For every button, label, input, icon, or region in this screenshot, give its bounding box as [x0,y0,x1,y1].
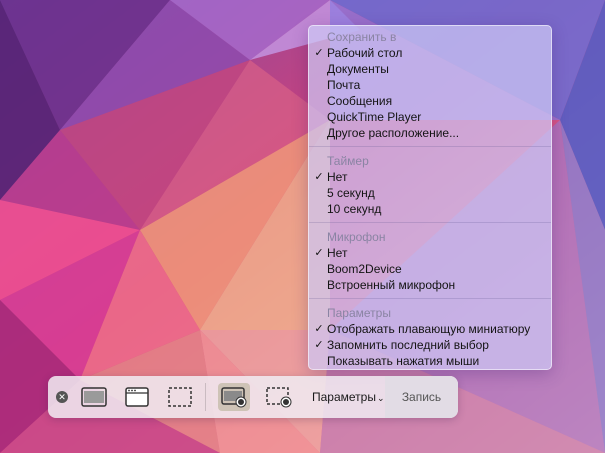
menu-item-label: Отображать плавающую миниатюру [327,322,531,336]
menu-separator [309,146,551,147]
menu-item-label: Другое расположение... [327,126,460,140]
menu-item-label: Рабочий стол [327,46,403,60]
menu-item-show-mouse-clicks[interactable]: Показывать нажатия мыши [309,353,551,369]
options-dropdown-button[interactable]: Параметры⌄ [308,376,389,418]
capture-selected-portion-button[interactable] [164,383,196,411]
menu-item-label: Boom2Device [327,262,402,276]
checkmark-icon: ✓ [314,171,324,183]
menu-item-mic-boom2device[interactable]: Boom2Device [309,261,551,277]
menu-item-other-location[interactable]: Другое расположение... [309,125,551,141]
checkmark-icon: ✓ [314,247,324,259]
capture-selected-window-icon [125,387,149,407]
menu-separator [309,222,551,223]
capture-entire-screen-button[interactable] [78,383,110,411]
menu-item-mic-builtin[interactable]: Встроенный микрофон [309,277,551,293]
menu-item-label: Почта [327,78,361,92]
menu-separator [309,298,551,299]
menu-item-label: Запомнить последний выбор [327,338,489,352]
menu-item-label: Документы [327,62,389,76]
menu-item-label: Показывать нажатия мыши [327,354,480,368]
menu-item-messages[interactable]: Сообщения [309,93,551,109]
toolbar-divider [205,383,206,411]
menu-item-label: Встроенный микрофон [327,278,456,292]
checkmark-icon: ✓ [314,323,324,335]
save-to-header: Сохранить в [327,30,397,44]
menu-item-timer-5-seconds[interactable]: 5 секунд [309,185,551,201]
record-entire-screen-button[interactable] [218,383,250,411]
options-menu: Сохранить в ✓ Рабочий стол Документы Почт… [308,25,552,370]
chevron-down-icon: ⌄ [376,393,385,403]
checkmark-icon: ✓ [314,339,324,351]
menu-item-label: Нет [327,246,348,260]
record-selected-portion-button[interactable] [263,383,295,411]
record-entire-screen-icon [221,387,247,408]
menu-item-label: 10 секунд [327,202,382,216]
timer-header: Таймер [327,154,369,168]
menu-item-show-floating-thumbnail[interactable]: ✓ Отображать плавающую миниатюру [309,321,551,337]
capture-selected-portion-icon [168,387,192,407]
menu-item-documents[interactable]: Документы [309,61,551,77]
menu-item-remember-last-selection[interactable]: ✓ Запомнить последний выбор [309,337,551,353]
menu-item-quicktime-player[interactable]: QuickTime Player [309,109,551,125]
checkmark-icon: ✓ [314,47,324,59]
record-button[interactable]: Запись [385,376,458,418]
options-label: Параметры [312,390,376,404]
menu-item-label: Нет [327,170,348,184]
menu-item-label: QuickTime Player [327,110,422,124]
close-toolbar-button[interactable]: ✕ [56,391,68,403]
screenshot-toolbar: ✕ Параметры⌄ Запись [48,376,458,418]
menu-item-label: 5 секунд [327,186,375,200]
menu-item-timer-10-seconds[interactable]: 10 секунд [309,201,551,217]
menu-item-mic-none[interactable]: ✓ Нет [309,245,551,261]
parameters-header: Параметры [327,306,391,320]
microphone-header: Микрофон [327,230,386,244]
capture-entire-screen-icon [81,387,107,407]
capture-selected-window-button[interactable] [121,383,153,411]
menu-item-desktop[interactable]: ✓ Рабочий стол [309,45,551,61]
menu-item-mail[interactable]: Почта [309,77,551,93]
record-selected-portion-icon [266,387,292,408]
menu-item-timer-none[interactable]: ✓ Нет [309,169,551,185]
menu-item-label: Сообщения [327,94,393,108]
